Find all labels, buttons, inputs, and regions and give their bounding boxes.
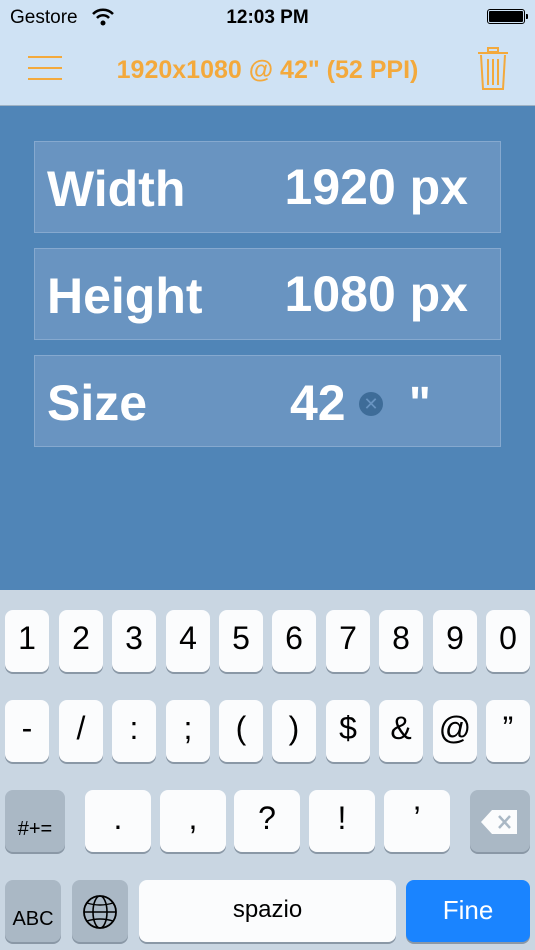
symbols-switch-key[interactable]: #+= xyxy=(5,790,65,852)
battery-icon xyxy=(487,9,528,24)
navigation-bar: 1920x1080 @ 42" (52 PPI) xyxy=(0,34,535,106)
key-apostrophe[interactable]: ’ xyxy=(384,790,450,852)
status-bar: Gestore 12:03 PM xyxy=(0,0,535,34)
key-5[interactable]: 5 xyxy=(219,610,263,672)
key-quote[interactable]: ” xyxy=(486,700,530,762)
content-area: Width 1920 px Height 1080 px Size 42 ✕ " xyxy=(0,106,535,590)
size-field[interactable]: Size 42 ✕ " xyxy=(34,355,501,447)
key-ampersand[interactable]: & xyxy=(379,700,423,762)
size-label: Size xyxy=(47,375,148,431)
key-semicolon[interactable]: ; xyxy=(166,700,210,762)
size-input[interactable]: 42 xyxy=(290,374,346,432)
height-label: Height xyxy=(47,268,203,324)
backspace-key[interactable] xyxy=(470,790,530,852)
key-0[interactable]: 0 xyxy=(486,610,530,672)
width-value[interactable]: 1920 px xyxy=(285,158,468,216)
height-field[interactable]: Height 1080 px xyxy=(34,248,501,340)
key-dollar[interactable]: $ xyxy=(326,700,370,762)
key-period[interactable]: . xyxy=(85,790,151,852)
key-9[interactable]: 9 xyxy=(433,610,477,672)
key-colon[interactable]: : xyxy=(112,700,156,762)
globe-key[interactable] xyxy=(72,880,128,942)
key-3[interactable]: 3 xyxy=(112,610,156,672)
width-label: Width xyxy=(47,161,186,217)
size-unit: " xyxy=(409,377,431,429)
abc-key[interactable]: ABC xyxy=(5,880,61,942)
key-hyphen[interactable]: - xyxy=(5,700,49,762)
done-key[interactable]: Fine xyxy=(406,880,530,942)
key-at[interactable]: @ xyxy=(433,700,477,762)
key-comma[interactable]: , xyxy=(160,790,226,852)
key-1[interactable]: 1 xyxy=(5,610,49,672)
key-7[interactable]: 7 xyxy=(326,610,370,672)
page-title: 1920x1080 @ 42" (52 PPI) xyxy=(116,56,419,84)
key-slash[interactable]: / xyxy=(59,700,103,762)
key-question[interactable]: ? xyxy=(234,790,300,852)
space-key[interactable]: spazio xyxy=(139,880,396,942)
globe-icon xyxy=(83,895,117,929)
height-value[interactable]: 1080 px xyxy=(285,265,468,323)
key-6[interactable]: 6 xyxy=(272,610,316,672)
key-4[interactable]: 4 xyxy=(166,610,210,672)
status-time: 12:03 PM xyxy=(226,7,309,28)
width-field[interactable]: Width 1920 px xyxy=(34,141,501,233)
key-2[interactable]: 2 xyxy=(59,610,103,672)
key-open-paren[interactable]: ( xyxy=(219,700,263,762)
trash-icon[interactable] xyxy=(476,46,510,92)
keyboard: 1 2 3 4 5 6 7 8 9 0 - / : ; ( ) $ & @ ” … xyxy=(0,590,535,950)
backspace-icon xyxy=(481,810,517,834)
key-close-paren[interactable]: ) xyxy=(272,700,316,762)
key-exclamation[interactable]: ! xyxy=(309,790,375,852)
clear-icon[interactable]: ✕ xyxy=(359,392,383,416)
key-8[interactable]: 8 xyxy=(379,610,423,672)
